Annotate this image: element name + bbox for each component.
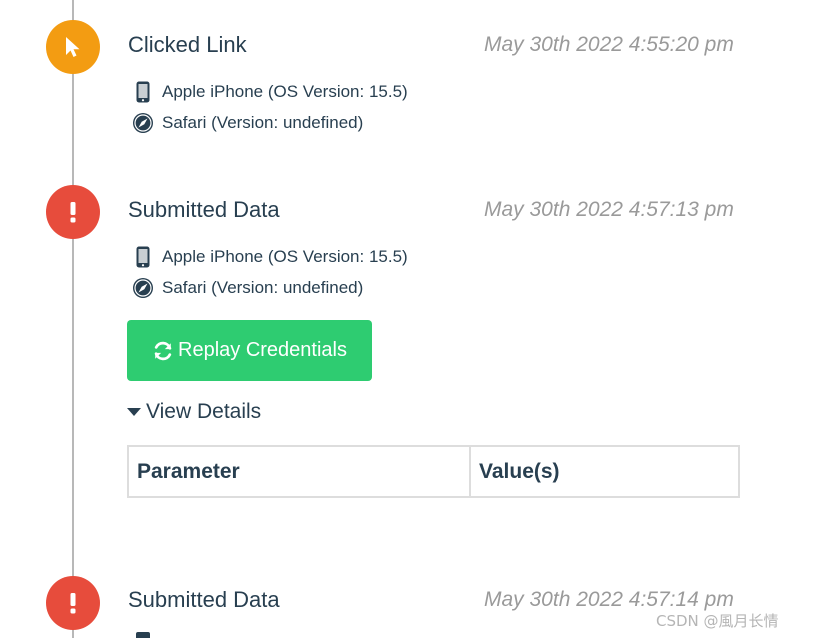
browser-row: Safari (Version: undefined) [132, 276, 363, 300]
timeline: Clicked Link May 30th 2022 4:55:20 pm Ap… [0, 0, 836, 638]
event-icon-submitted [46, 576, 100, 630]
phone-icon [132, 81, 154, 103]
device-label: Apple iPhone (OS Version: 15.5) [162, 82, 408, 101]
watermark: CSDN @風月长情 [656, 612, 779, 630]
event-timestamp: May 30th 2022 4:57:14 pm [484, 588, 734, 611]
column-header-parameter: Parameter [127, 445, 471, 498]
browser-label: Safari (Version: undefined) [162, 278, 364, 297]
event-title: Clicked Link [128, 32, 247, 57]
event-icon-submitted [46, 185, 100, 239]
column-header-values: Value(s) [469, 445, 740, 498]
phone-icon [132, 246, 154, 268]
replay-credentials-button[interactable]: Replay Credentials [127, 320, 372, 381]
device-row: Apple iPhone (OS Version: 15.5) [132, 245, 408, 269]
event-title: Submitted Data [128, 587, 280, 612]
safari-compass-icon [132, 112, 154, 134]
browser-row: Safari (Version: undefined) [132, 111, 363, 135]
view-details-label: View Details [146, 400, 262, 423]
cursor-icon [66, 37, 80, 57]
replay-credentials-label: Replay Credentials [178, 339, 347, 361]
exclamation-icon [70, 202, 76, 223]
details-table: Parameter Value(s) [127, 445, 740, 498]
refresh-icon [154, 341, 172, 360]
table-header-row: Parameter Value(s) [127, 445, 740, 498]
safari-compass-icon [132, 277, 154, 299]
browser-label: Safari (Version: undefined) [162, 113, 364, 132]
event-timestamp: May 30th 2022 4:57:13 pm [484, 198, 734, 221]
exclamation-icon [70, 593, 76, 614]
device-row: Apple iPhone (OS Version: 15.5) [132, 80, 408, 104]
view-details-toggle[interactable]: View Details [127, 400, 261, 424]
phone-icon [136, 632, 150, 638]
caret-down-icon [127, 408, 141, 416]
timeline-line [72, 0, 74, 638]
event-icon-clicked [46, 20, 100, 74]
event-title: Submitted Data [128, 197, 280, 222]
event-timestamp: May 30th 2022 4:55:20 pm [484, 33, 734, 56]
device-label: Apple iPhone (OS Version: 15.5) [162, 247, 408, 266]
